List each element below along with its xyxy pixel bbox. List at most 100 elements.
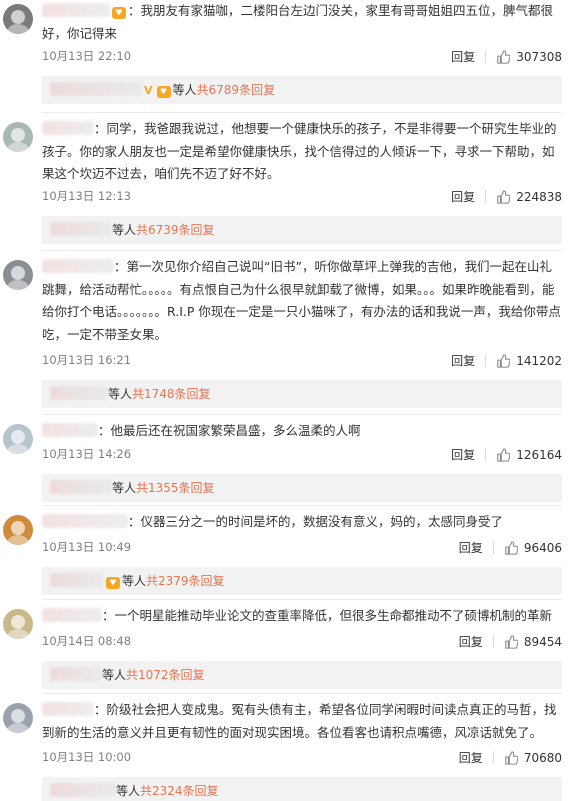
- avatar[interactable]: [3, 122, 33, 152]
- comment-time: 10月14日 08:48: [42, 634, 132, 648]
- divider: [485, 354, 487, 367]
- separator-line: [42, 505, 562, 506]
- comment-actions: 回复 70680: [459, 749, 562, 766]
- level-badge-icon: ♥: [106, 577, 120, 589]
- reply-others-label: 等人: [112, 223, 137, 237]
- blurred-username[interactable]: [50, 783, 116, 797]
- view-replies-link[interactable]: 共1072条回复: [126, 668, 205, 682]
- like-button[interactable]: 224838: [496, 190, 562, 204]
- thumbs-up-icon: [505, 634, 518, 649]
- separator-line: [42, 414, 562, 415]
- like-button[interactable]: 70680: [504, 751, 562, 765]
- reply-summary[interactable]: 等人共1355条回复: [42, 474, 562, 502]
- view-replies-link[interactable]: 共1748条回复: [132, 387, 211, 401]
- divider: [485, 448, 487, 461]
- comment-time: 10月13日 16:21: [42, 353, 132, 367]
- comment-time: 10月13日 14:26: [42, 447, 132, 461]
- like-count: 307308: [516, 49, 562, 64]
- like-button[interactable]: 141202: [496, 354, 562, 368]
- like-count: 141202: [516, 353, 562, 368]
- comment-meta: 10月13日 16:21 回复 141202: [42, 352, 562, 370]
- reply-button[interactable]: 回复: [459, 539, 483, 556]
- reply-summary[interactable]: 等人共6739条回复: [42, 216, 562, 244]
- reply-button[interactable]: 回复: [459, 749, 483, 766]
- blurred-username[interactable]: [42, 608, 102, 622]
- comment-body: ♥ ：我朋友有家猫咖，二楼阳台左边门没关，家里有哥哥姐姐四五位，脾气都很好，你记得…: [42, 0, 562, 45]
- blurred-username[interactable]: [50, 82, 142, 96]
- comment-time: 10月13日 10:00: [42, 750, 132, 764]
- blurred-username[interactable]: [50, 222, 112, 236]
- divider: [492, 541, 494, 554]
- reply-summary[interactable]: 等人共1748条回复: [42, 380, 562, 408]
- verified-badge-icon: V: [144, 84, 153, 97]
- comment-body: ：第一次见你介绍自己说叫“旧书”，听你做草坪上弹我的吉他，我们一起在山礼跳舞，给…: [42, 256, 562, 346]
- blurred-username[interactable]: [42, 259, 114, 273]
- reply-button[interactable]: 回复: [451, 446, 475, 463]
- thumbs-up-icon: [505, 750, 518, 765]
- blurred-username[interactable]: [42, 3, 110, 17]
- like-button[interactable]: 96406: [504, 541, 562, 555]
- like-button[interactable]: 126164: [496, 448, 562, 462]
- comment-text: ：同学，我爸跟我说过，他想要一个健康快乐的孩子，不是非得要一个研究生毕业的孩子。…: [42, 121, 557, 181]
- reply-button[interactable]: 回复: [451, 48, 475, 65]
- reply-summary[interactable]: 等人共1072条回复: [42, 661, 562, 689]
- level-badge-icon: ♥: [112, 7, 126, 19]
- reply-others-label: 等人: [172, 83, 197, 97]
- reply-button[interactable]: 回复: [451, 352, 475, 369]
- blurred-username[interactable]: [42, 423, 98, 437]
- view-replies-link[interactable]: 共1355条回复: [136, 481, 215, 495]
- like-button[interactable]: 89454: [504, 635, 562, 649]
- avatar[interactable]: [3, 703, 33, 733]
- avatar[interactable]: [3, 4, 33, 34]
- divider: [485, 190, 487, 203]
- reply-summary[interactable]: ♥ 等人共2379条回复: [42, 567, 562, 595]
- avatar[interactable]: [3, 609, 33, 639]
- comment-body: ：一个明星能推动毕业论文的查重率降低，但很多生命都推动不了硕博机制的革新: [42, 605, 562, 628]
- comment-text: ：他最后还在祝国家繁荣昌盛，多么温柔的人啊: [98, 423, 361, 438]
- blurred-username[interactable]: [50, 667, 102, 681]
- reply-others-label: 等人: [112, 481, 137, 495]
- separator-line: [42, 250, 562, 251]
- comment-time: 10月13日 12:13: [42, 189, 132, 203]
- comment-actions: 回复 141202: [451, 352, 562, 369]
- view-replies-link[interactable]: 共2379条回复: [146, 574, 225, 588]
- avatar[interactable]: [3, 260, 33, 290]
- like-count: 126164: [516, 447, 562, 462]
- reply-others-label: 等人: [102, 668, 127, 682]
- comment-time: 10月13日 22:10: [42, 49, 132, 63]
- avatar[interactable]: [3, 515, 33, 545]
- comment-body: ：仪器三分之一的时间是坏的，数据没有意义，妈的，太感同身受了: [42, 511, 562, 534]
- reply-others-label: 等人: [108, 387, 133, 401]
- comment-body: ：同学，我爸跟我说过，他想要一个健康快乐的孩子，不是非得要一个研究生毕业的孩子。…: [42, 118, 562, 186]
- divider: [492, 751, 494, 764]
- reply-button[interactable]: 回复: [451, 188, 475, 205]
- reply-summary[interactable]: V ♥ 等人共6789条回复: [42, 76, 562, 104]
- comment-actions: 回复 224838: [451, 188, 562, 205]
- comment-actions: 回复 307308: [451, 48, 562, 65]
- blurred-username[interactable]: [42, 121, 94, 135]
- like-button[interactable]: 307308: [496, 50, 562, 64]
- thumbs-up-icon: [497, 189, 511, 204]
- blurred-username[interactable]: [50, 386, 108, 400]
- blurred-username[interactable]: [50, 573, 104, 587]
- comment-meta: 10月14日 08:48 回复 89454: [42, 633, 562, 651]
- view-replies-link[interactable]: 共6789条回复: [197, 83, 276, 97]
- avatar[interactable]: [3, 424, 33, 454]
- comment-text: ：一个明星能推动毕业论文的查重率降低，但很多生命都推动不了硕博机制的革新: [102, 608, 553, 623]
- comment-text: ：第一次见你介绍自己说叫“旧书”，听你做草坪上弹我的吉他，我们一起在山礼跳舞，给…: [42, 259, 561, 342]
- thumbs-up-icon: [497, 447, 511, 462]
- blurred-username[interactable]: [50, 480, 112, 494]
- reply-button[interactable]: 回复: [459, 633, 483, 650]
- comment-body: ：阶级社会把人变成鬼。冤有头债有主，希望各位同学闲暇时间读点真正的马哲，找到新的…: [42, 699, 562, 744]
- thumbs-up-icon: [505, 540, 518, 555]
- view-replies-link[interactable]: 共2324条回复: [140, 784, 219, 798]
- comment-meta: 10月13日 10:00 回复 70680: [42, 749, 562, 767]
- view-replies-link[interactable]: 共6739条回复: [136, 223, 215, 237]
- comment-meta: 10月13日 22:10 回复 307308: [42, 48, 562, 66]
- comment-meta: 10月13日 10:49 回复 96406: [42, 539, 562, 557]
- blurred-username[interactable]: [42, 514, 128, 528]
- blurred-username[interactable]: [42, 702, 94, 716]
- separator-line: [42, 693, 562, 694]
- comment-meta: 10月13日 14:26 回复 126164: [42, 446, 562, 464]
- reply-summary[interactable]: 等人共2324条回复: [42, 777, 562, 801]
